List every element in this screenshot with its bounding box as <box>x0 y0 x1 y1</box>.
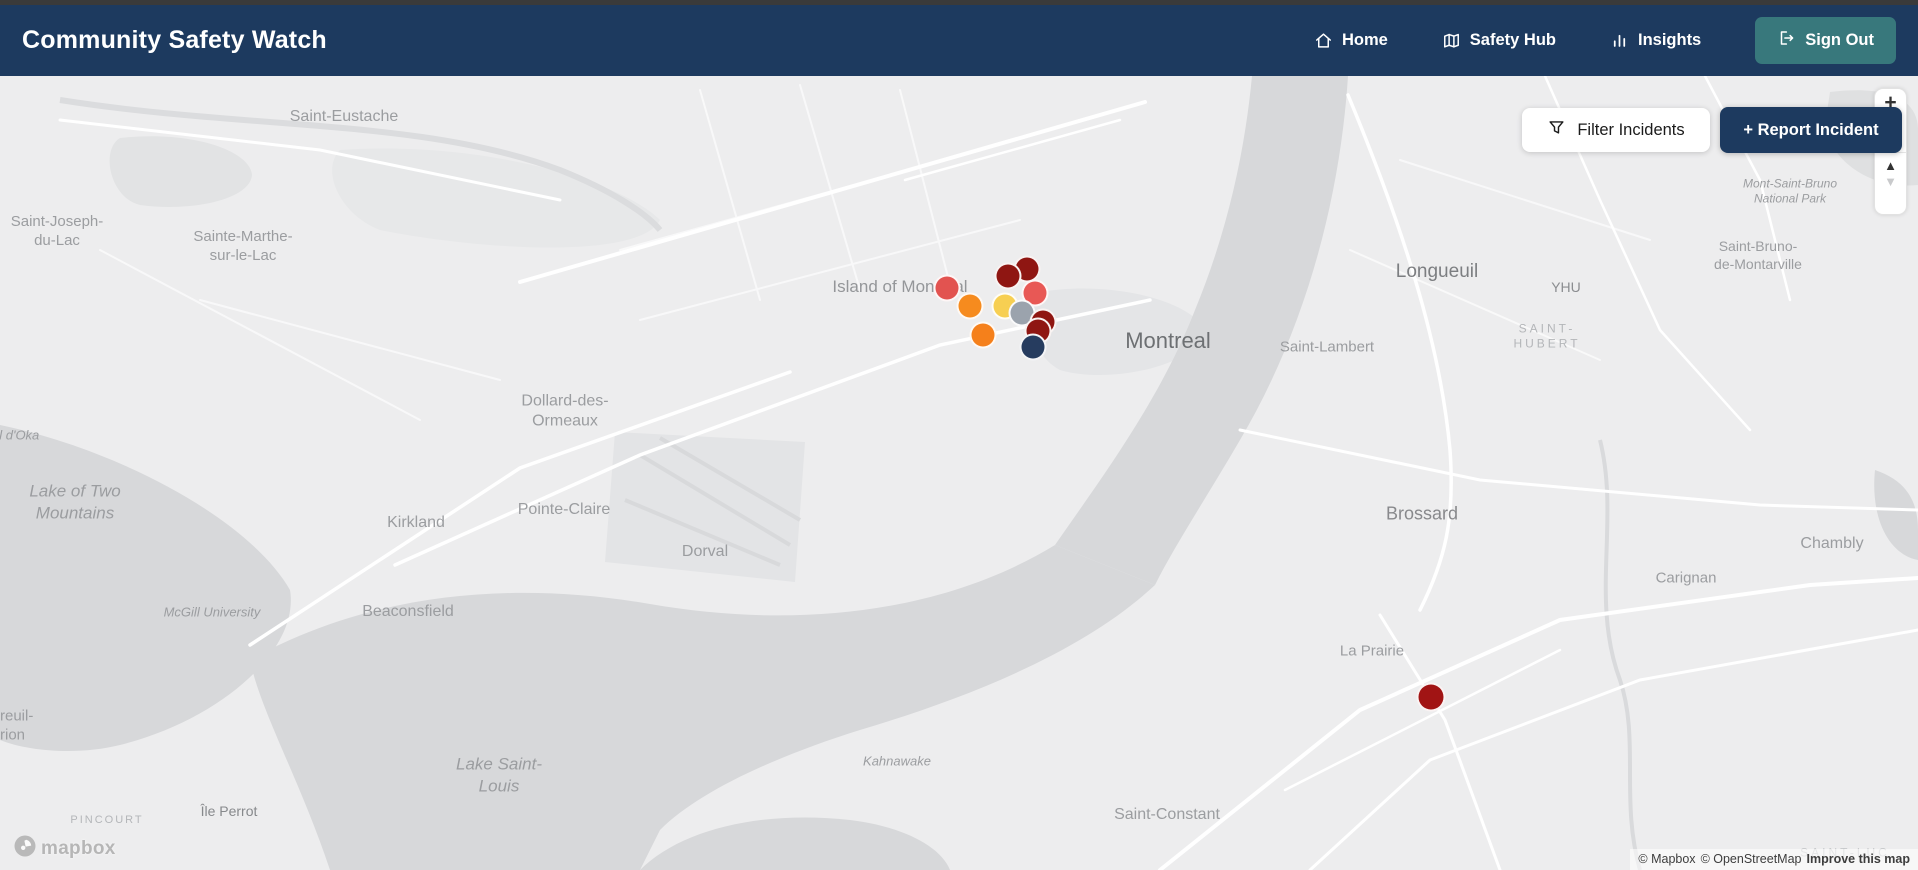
app-title: Community Safety Watch <box>22 26 327 54</box>
nav-home-label: Home <box>1341 31 1388 49</box>
sign-out-button[interactable]: Sign Out <box>1755 17 1896 64</box>
incident-marker[interactable] <box>956 292 984 320</box>
incident-marker[interactable] <box>969 321 997 349</box>
incident-marker[interactable] <box>1416 682 1446 712</box>
incident-marker[interactable] <box>994 262 1022 290</box>
map-icon <box>1442 31 1461 50</box>
incident-marker[interactable] <box>933 274 961 302</box>
nav-safety-hub-label: Safety Hub <box>1469 31 1556 49</box>
bar-chart-icon <box>1610 31 1629 50</box>
attribution-mapbox-link[interactable]: © Mapbox <box>1638 852 1695 866</box>
app-window: Community Safety Watch Home Safety Hub I… <box>0 0 1918 870</box>
mapbox-logo-text: mapbox <box>41 837 116 859</box>
map-canvas[interactable] <box>0 0 1918 870</box>
nav-safety-hub[interactable]: Safety Hub <box>1442 31 1556 50</box>
window-top-strip <box>0 0 1918 5</box>
main-nav: Home Safety Hub Insights Sign Out <box>1260 17 1896 64</box>
mapbox-logo[interactable]: mapbox <box>13 834 116 863</box>
report-incident-button[interactable]: + Report Incident <box>1720 107 1902 153</box>
map-attribution: © Mapbox © OpenStreetMap Improve this ma… <box>1630 849 1918 870</box>
filter-incidents-label: Filter Incidents <box>1577 120 1685 139</box>
funnel-icon <box>1547 118 1566 142</box>
arrow-down-button[interactable]: ▼ <box>1875 175 1906 188</box>
filter-incidents-button[interactable]: Filter Incidents <box>1522 108 1710 152</box>
logout-icon <box>1777 29 1795 52</box>
nav-insights-label: Insights <box>1637 31 1702 49</box>
nav-insights[interactable]: Insights <box>1610 31 1701 50</box>
sign-out-label: Sign Out <box>1805 31 1874 49</box>
attribution-improve-link[interactable]: Improve this map <box>1807 852 1911 866</box>
arrow-up-button[interactable]: ▲ <box>1875 159 1906 172</box>
incident-marker[interactable] <box>1019 333 1047 361</box>
app-header: Community Safety Watch Home Safety Hub I… <box>0 5 1918 76</box>
nav-home[interactable]: Home <box>1314 31 1388 50</box>
home-icon <box>1314 31 1333 50</box>
attribution-osm-link[interactable]: © OpenStreetMap <box>1701 852 1802 866</box>
mapbox-logo-icon <box>13 834 37 863</box>
